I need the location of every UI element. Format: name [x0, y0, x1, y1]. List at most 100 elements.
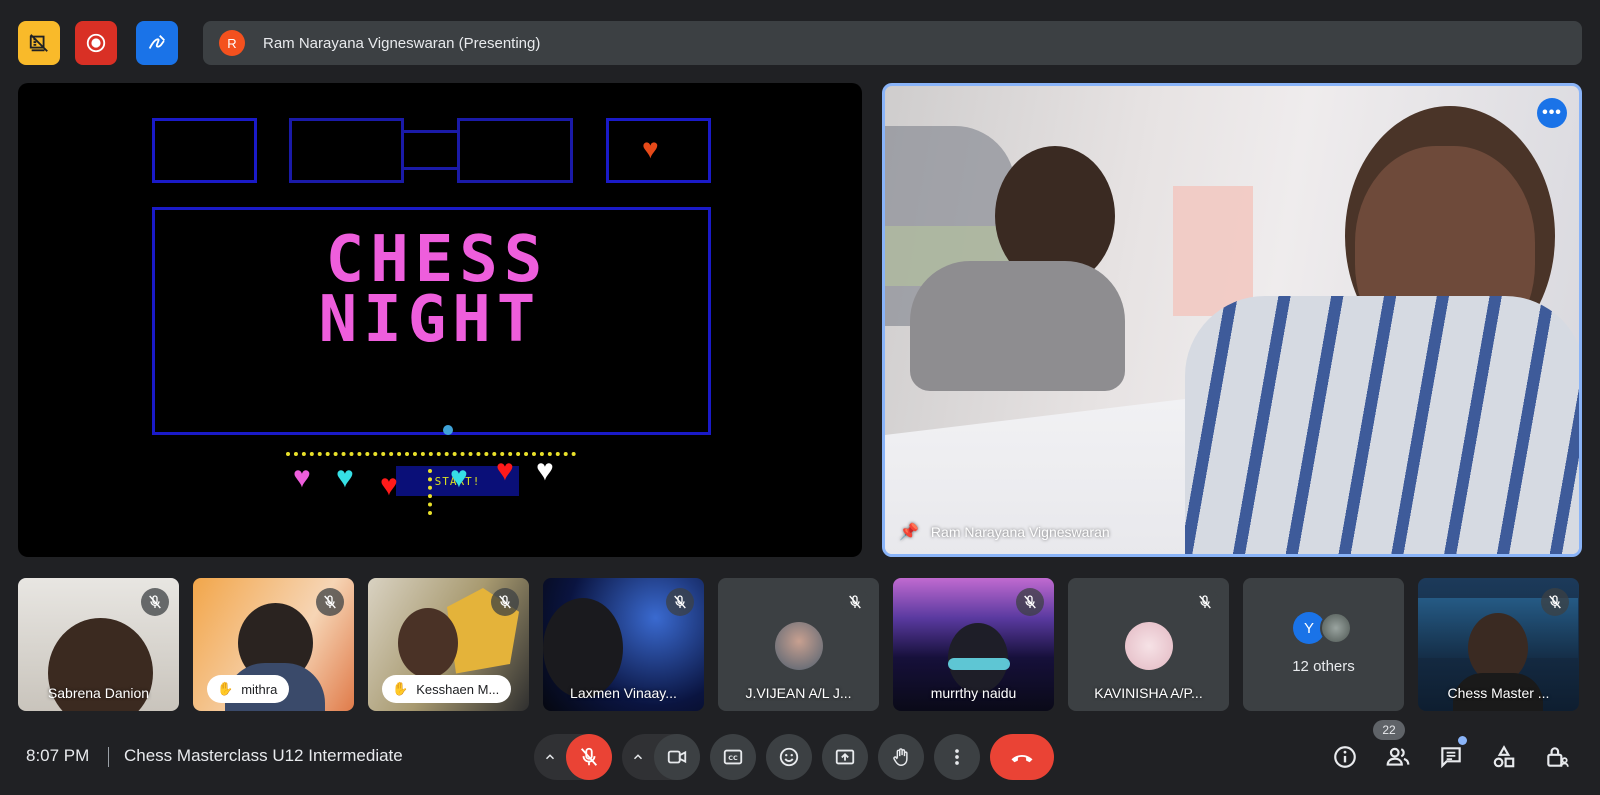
- recording-icon[interactable]: [75, 21, 117, 65]
- divider: [108, 747, 109, 767]
- dotted-line: [286, 452, 576, 456]
- pinned-camera-tile[interactable]: ••• 📌 Ram Narayana Vigneswaran: [882, 83, 1582, 557]
- participant-name: KAVINISHA A/P...: [1094, 685, 1203, 701]
- mic-off-icon: [666, 588, 694, 616]
- participant-tile[interactable]: J.VIJEAN A/L J...: [718, 578, 879, 711]
- globe-icon: [443, 425, 453, 435]
- presenter-label: Ram Narayana Vigneswaran (Presenting): [263, 34, 541, 52]
- captions-icon: CC: [723, 749, 743, 765]
- dotted-divider: [428, 469, 432, 515]
- lock-person-icon: [1547, 747, 1569, 767]
- background-object: [1173, 186, 1253, 316]
- camera-name-label: 📌 Ram Narayana Vigneswaran: [899, 522, 1110, 542]
- raised-hand-pill: ✋ Kesshaen M...: [382, 675, 512, 703]
- hand-icon: [893, 748, 908, 766]
- participant-tile[interactable]: Laxmen Vinaay...: [543, 578, 704, 711]
- present-icon: [835, 749, 855, 765]
- people-icon: [1386, 747, 1410, 766]
- participant-avatar: [774, 622, 823, 670]
- more-options-button[interactable]: [934, 734, 980, 780]
- presentation-tile[interactable]: ♥ CHESS NIGHT START! ♥ ♥ ♥ ♥ ♥ ♥: [18, 83, 862, 557]
- more-options-icon[interactable]: •••: [1537, 98, 1567, 128]
- reactions-button[interactable]: [766, 734, 812, 780]
- mic-off-icon: [1541, 588, 1569, 616]
- pin-icon[interactable]: 📌: [899, 522, 919, 542]
- heart-icon: ♥: [496, 454, 514, 487]
- people-button[interactable]: [1383, 742, 1413, 772]
- others-count: 12 others: [1292, 658, 1355, 675]
- host-controls-button[interactable]: [1542, 742, 1572, 772]
- hand-icon: ✋: [217, 681, 234, 696]
- heart-icon: ♥: [450, 461, 468, 494]
- participant-tile[interactable]: ✋ Kesshaen M...: [368, 578, 529, 711]
- captions-button[interactable]: CC: [710, 734, 756, 780]
- heart-icon: ♥: [380, 469, 398, 502]
- slide-title-line2: NIGHT: [318, 283, 542, 357]
- heart-icon: ♥: [642, 133, 659, 164]
- people-count-badge: 22: [1373, 720, 1405, 740]
- presenter-avatar: R: [219, 30, 245, 56]
- hand-icon: ✋: [392, 681, 409, 696]
- heart-icon: ♥: [293, 461, 311, 494]
- shapes-icon: [1493, 745, 1515, 768]
- camera-icon: [667, 750, 687, 764]
- leave-call-button[interactable]: [990, 734, 1054, 780]
- info-icon: [1334, 746, 1356, 768]
- participant-tile[interactable]: ✋ mithra: [193, 578, 354, 711]
- mic-options-chevron-icon[interactable]: [534, 734, 566, 780]
- chat-icon: [1441, 747, 1461, 769]
- person-body-left: [910, 261, 1125, 391]
- bottom-bar: 8:07 PM Chess Masterclass U12 Intermedia…: [0, 728, 1600, 784]
- mic-toggle-button[interactable]: [566, 734, 612, 780]
- headset-glow: [948, 658, 1010, 670]
- mic-off-icon: [141, 588, 169, 616]
- participant-tile[interactable]: murrthy naidu: [893, 578, 1054, 711]
- chat-button[interactable]: [1436, 742, 1466, 772]
- participant-name: Kesshaen M...: [416, 681, 500, 697]
- others-tile[interactable]: Y 12 others: [1243, 578, 1404, 711]
- mic-off-icon: [580, 747, 598, 766]
- no-video-icon[interactable]: [18, 21, 60, 65]
- whiteboard-icon[interactable]: [136, 21, 178, 65]
- clock: 8:07 PM: [26, 746, 90, 765]
- present-screen-button[interactable]: [822, 734, 868, 780]
- other-avatar: [1320, 612, 1352, 644]
- camera-options-chevron-icon[interactable]: [622, 734, 654, 780]
- camera-control-group: [622, 734, 700, 780]
- more-vert-icon: [955, 749, 959, 765]
- mic-control-group: [534, 734, 612, 780]
- camera-name: Ram Narayana Vigneswaran: [930, 524, 1110, 540]
- emoji-icon: [779, 747, 799, 767]
- participant-video: [398, 608, 458, 678]
- participant-tile[interactable]: Sabrena Danion: [18, 578, 179, 711]
- participant-name: Laxmen Vinaay...: [570, 685, 677, 701]
- top-bar: R Ram Narayana Vigneswaran (Presenting): [18, 20, 1582, 66]
- slide-frame-mid-left: [289, 118, 404, 183]
- camera-toggle-button[interactable]: [654, 734, 700, 780]
- slide-frame-bridge: [402, 130, 459, 170]
- mic-off-icon: [316, 588, 344, 616]
- slide-frame-mid-right: [457, 118, 573, 183]
- participant-video: [543, 598, 623, 698]
- person-body-right: [1185, 296, 1579, 554]
- heart-icon: ♥: [536, 454, 554, 487]
- meeting-title: Chess Masterclass U12 Intermediate: [124, 746, 403, 765]
- participant-tile[interactable]: Chess Master ...: [1418, 578, 1579, 711]
- presenting-banner[interactable]: R Ram Narayana Vigneswaran (Presenting): [203, 21, 1582, 65]
- mic-off-icon: [1016, 588, 1044, 616]
- heart-icon: ♥: [336, 461, 354, 494]
- participant-tile[interactable]: KAVINISHA A/P...: [1068, 578, 1229, 711]
- participant-name: J.VIJEAN A/L J...: [745, 685, 852, 701]
- svg-text:CC: CC: [728, 754, 738, 762]
- meeting-details-button[interactable]: [1330, 742, 1360, 772]
- participant-name: Sabrena Danion: [47, 685, 150, 701]
- participant-name: mithra: [241, 681, 278, 697]
- mic-off-icon: [1191, 588, 1219, 616]
- participant-avatar: [1124, 622, 1173, 670]
- raise-hand-button[interactable]: [878, 734, 924, 780]
- raised-hand-pill: ✋ mithra: [207, 675, 290, 703]
- activities-button[interactable]: [1489, 742, 1519, 772]
- mic-off-icon: [491, 588, 519, 616]
- participant-name: murrthy naidu: [930, 685, 1017, 701]
- end-call-icon: [1011, 754, 1033, 763]
